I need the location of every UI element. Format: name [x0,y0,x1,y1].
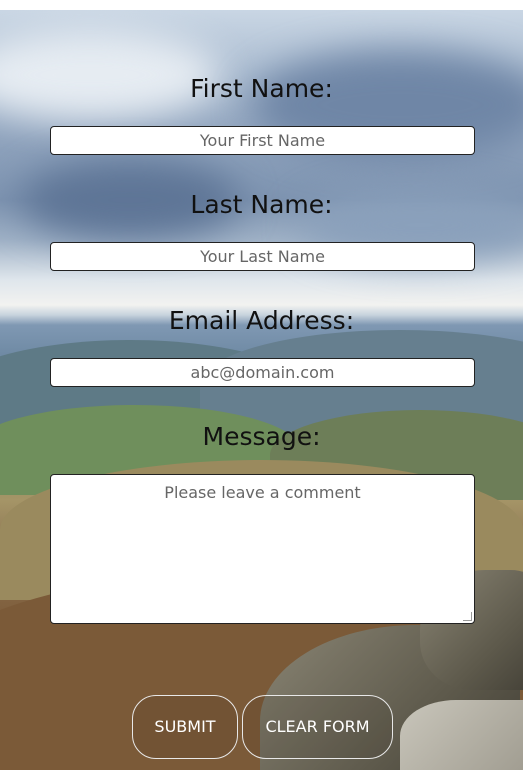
first-name-label: First Name: [190,74,333,103]
last-name-input[interactable]: Your Last Name [50,242,475,271]
clear-form-button[interactable]: CLEAR FORM [242,695,393,759]
message-label: Message: [202,422,321,451]
resize-handle-icon[interactable] [463,612,472,621]
submit-button[interactable]: SUBMIT [132,695,238,759]
first-name-input[interactable]: Your First Name [50,126,475,155]
email-label: Email Address: [168,306,355,335]
background-landscape [0,10,523,770]
rock [400,700,523,770]
message-textarea[interactable]: Please leave a comment [50,474,475,624]
last-name-label: Last Name: [190,190,333,219]
message-placeholder: Please leave a comment [164,483,361,502]
email-input[interactable]: abc@domain.com [50,358,475,387]
